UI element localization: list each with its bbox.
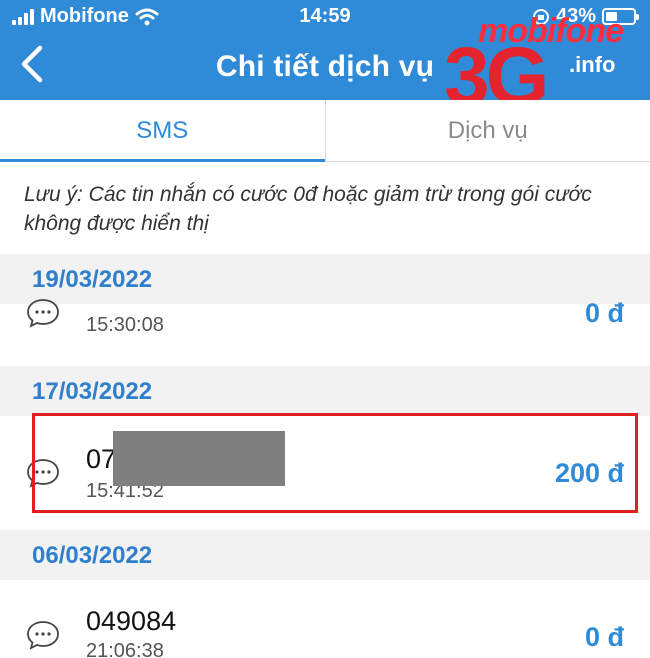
watermark-logo: mobifone 3G .info (440, 10, 645, 118)
message-time: 15:30:08 (86, 314, 164, 336)
highlight-box (32, 413, 638, 513)
date-header: 19/03/2022 (0, 254, 650, 304)
list-item[interactable]: 049084 21:06:38 0 đ (0, 580, 650, 658)
message-amount: 0 đ (584, 298, 624, 328)
message-number: 049084 (86, 606, 177, 636)
date-header: 06/03/2022 (0, 530, 650, 580)
message-icon (27, 621, 59, 650)
tab-bar: SMS Dịch vụ (0, 100, 650, 162)
tab-services[interactable]: Dịch vụ (324, 100, 650, 161)
message-icon (27, 299, 59, 328)
message-amount: 0 đ (584, 622, 624, 652)
notice-text: Lưu ý: Các tin nhắn có cước 0đ hoặc giảm… (24, 183, 592, 235)
logo-suffix: .info (565, 52, 620, 78)
tab-sms[interactable]: SMS (0, 100, 325, 162)
list-item[interactable]: 15:30:08 0 đ (0, 298, 650, 364)
message-time: 21:06:38 (86, 640, 164, 658)
date-header: 17/03/2022 (0, 366, 650, 416)
